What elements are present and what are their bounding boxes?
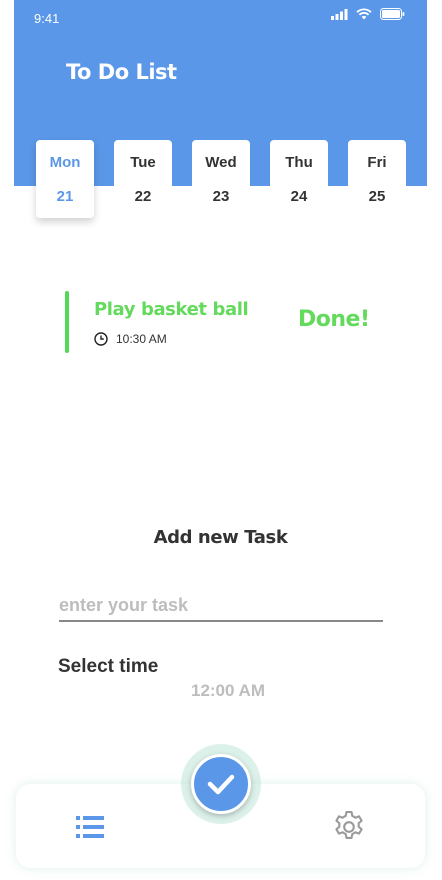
clock-icon (94, 332, 108, 346)
day-tab-tue[interactable]: Tue 22 (114, 140, 172, 218)
status-icons (331, 7, 405, 21)
day-date: 24 (290, 188, 308, 205)
app-title: To Do List (66, 60, 177, 84)
day-name: Fri (367, 154, 387, 171)
check-icon (207, 774, 235, 795)
select-time-label: Select time (58, 656, 159, 677)
gear-icon[interactable] (331, 809, 367, 845)
day-name: Mon (49, 154, 81, 171)
task-time: 10:30 AM (116, 332, 167, 346)
add-task-title: Add new Task (153, 527, 288, 548)
wifi-icon (356, 8, 372, 20)
day-date: 21 (56, 188, 74, 205)
day-selector: Mon 21 Tue 22 Wed 23 Thu 24 Fri 25 (36, 140, 406, 220)
task-item[interactable]: Play basket ball 10:30 AM Done! (65, 291, 385, 353)
day-name: Wed (205, 154, 237, 171)
task-time-row: 10:30 AM (94, 332, 167, 346)
day-date: 22 (134, 188, 152, 205)
task-title: Play basket ball (94, 299, 249, 320)
day-tab-fri[interactable]: Fri 25 (348, 140, 406, 218)
status-time: 9:41 (34, 11, 60, 26)
day-tab-thu[interactable]: Thu 24 (270, 140, 328, 218)
day-name: Thu (285, 154, 313, 171)
signal-icon (331, 8, 348, 20)
battery-icon (380, 8, 405, 20)
task-done-label: Done! (298, 307, 370, 332)
day-date: 25 (368, 188, 386, 205)
list-icon[interactable] (76, 814, 106, 840)
day-date: 23 (212, 188, 230, 205)
time-picker[interactable]: 12:00 AM (14, 681, 442, 701)
task-status-bar (65, 291, 69, 353)
day-tab-wed[interactable]: Wed 23 (192, 140, 250, 218)
day-tab-mon[interactable]: Mon 21 (36, 140, 94, 218)
task-input[interactable] (59, 590, 383, 622)
day-name: Tue (130, 154, 156, 171)
phone-screen: 9:41 To Do List Mon 21 Tue 22 Wed 23 Thu… (14, 0, 427, 880)
add-task-button[interactable] (191, 754, 251, 814)
